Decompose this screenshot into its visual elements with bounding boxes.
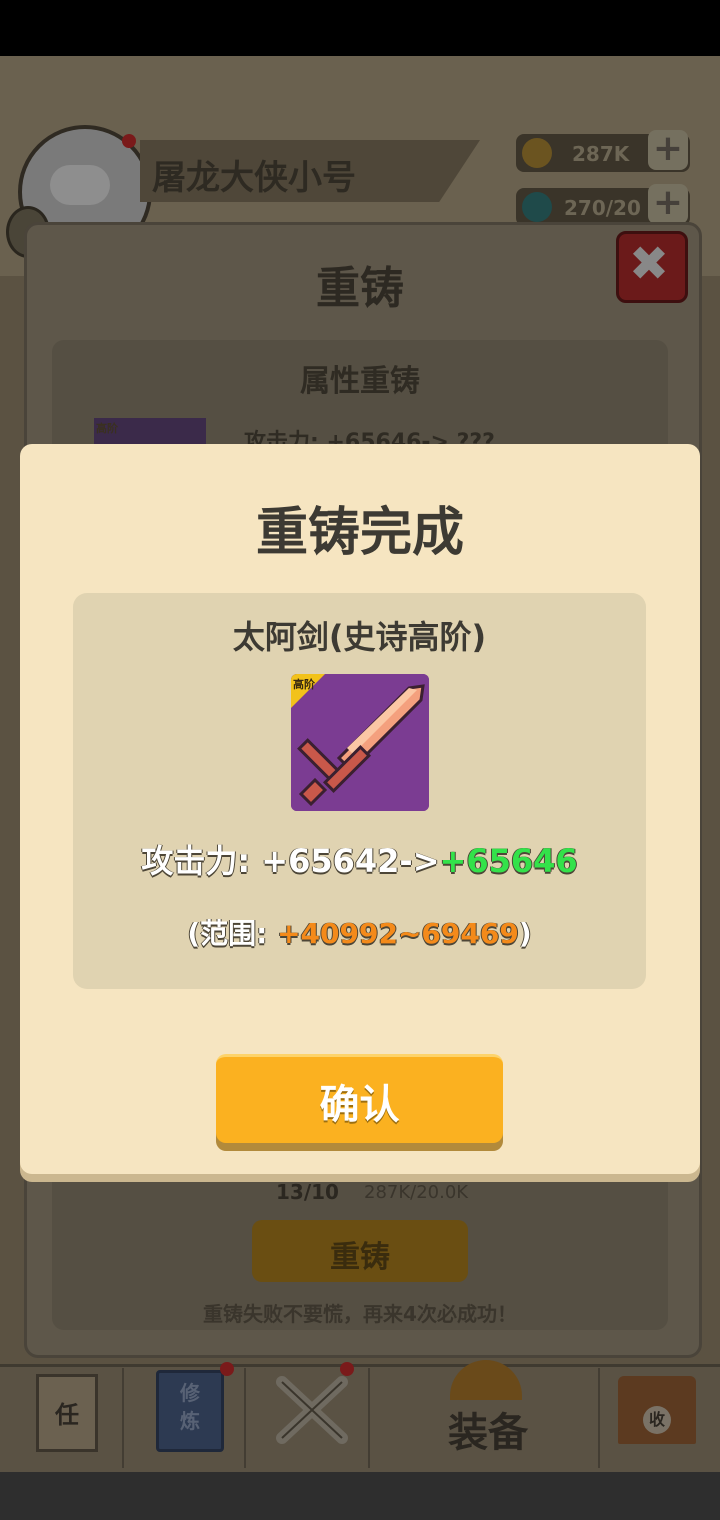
nav-item-tasks[interactable]: 任: [36, 1374, 98, 1452]
sword-icon: 高阶: [291, 674, 429, 811]
confirm-button-label: 确认: [319, 1082, 400, 1128]
nav-divider: [244, 1368, 246, 1468]
nav-divider: [368, 1368, 370, 1468]
reforge-tip: 重铸失败不要慌，再来4次必成功！: [203, 1302, 517, 1326]
crossed-swords-icon[interactable]: [272, 1374, 352, 1446]
item-tier-badge: 高阶: [96, 422, 118, 435]
nav-divider: [122, 1368, 124, 1468]
attack-range-line: (范围: +40992~69469): [73, 912, 646, 952]
item-name: 太阿剑(史诗高阶): [232, 618, 487, 656]
add-gem-button[interactable]: +: [648, 184, 688, 224]
reforge-cost: 287K/20.0K: [364, 1182, 469, 1203]
nav-divider: [598, 1368, 600, 1468]
dialog-title: 重铸完成: [255, 503, 464, 563]
avatar-face-icon: [50, 165, 110, 205]
bottom-nav: [0, 1364, 720, 1475]
nav-item-equipment[interactable]: 装备: [440, 1400, 536, 1458]
attribute-reforge-title: 属性重铸: [300, 364, 420, 399]
range-prefix: (范围:: [187, 917, 278, 950]
scroll-icon: 任: [55, 1401, 79, 1429]
hut-icon: 收: [643, 1406, 671, 1434]
reforge-title: 重铸: [316, 263, 404, 314]
reforge-button-label: 重铸: [330, 1240, 390, 1275]
gold-value: 287K: [572, 142, 630, 166]
nav-item-collect[interactable]: 收: [618, 1376, 696, 1444]
reforge-attempts: 13/10: [276, 1180, 339, 1204]
close-icon: ✖: [628, 236, 670, 292]
attack-stat-line: 攻击力: +65642->+65646: [73, 836, 646, 882]
range-suffix: ): [518, 917, 532, 950]
item-tier-badge: 高阶: [293, 678, 315, 691]
attack-old-value: 攻击力: +65642->: [141, 842, 440, 880]
gem-value: 270/20: [564, 196, 641, 220]
notification-dot-icon: [122, 134, 136, 148]
add-gold-button[interactable]: +: [648, 130, 688, 170]
notification-dot-icon: [220, 1362, 234, 1376]
nav-item-cultivation[interactable]: 修炼: [156, 1370, 224, 1452]
player-name: 屠龙大侠小号: [152, 158, 356, 198]
gem-icon: [522, 192, 552, 222]
book-icon: 修炼: [180, 1381, 200, 1433]
system-nav-bar: [0, 1472, 720, 1520]
attack-new-value: +65646: [439, 842, 578, 880]
coin-icon: [522, 138, 552, 168]
status-bar: [0, 0, 720, 56]
range-value: +40992~69469: [277, 917, 519, 950]
sword-illustration: [291, 674, 429, 811]
notification-dot-icon: [340, 1362, 354, 1376]
